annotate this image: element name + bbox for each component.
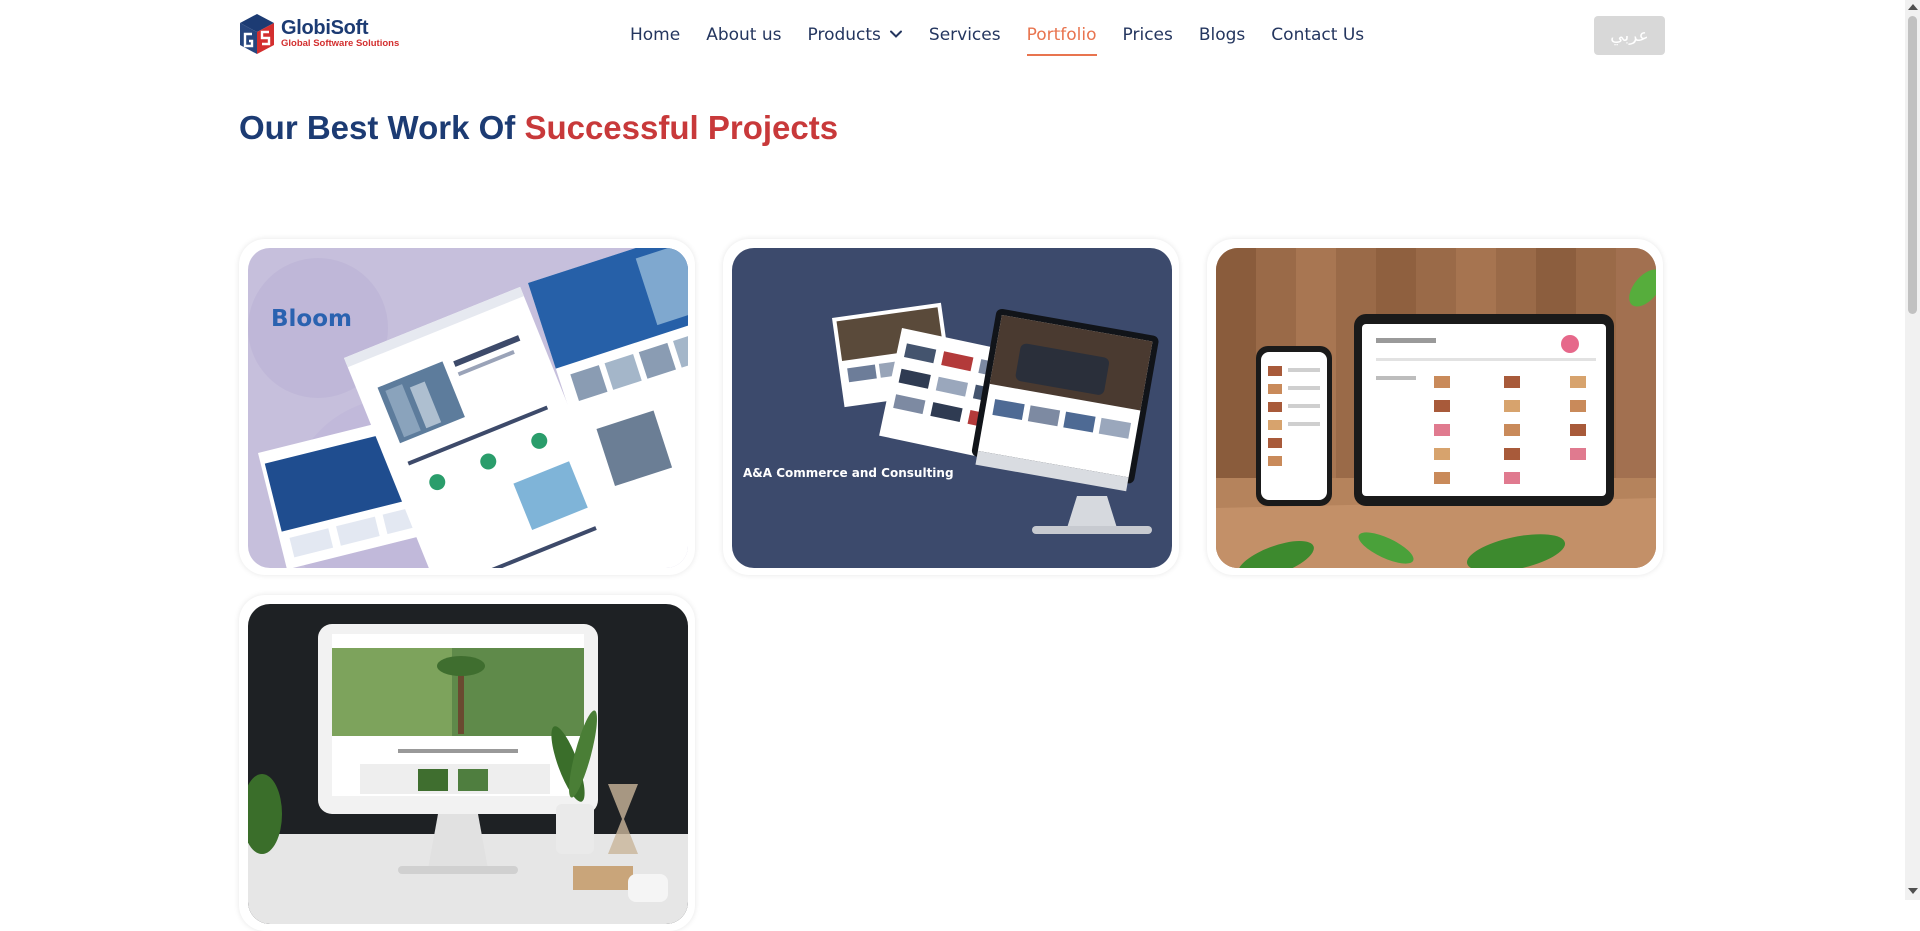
real-estate-website-mockup-image: Bloom (248, 248, 688, 568)
car-dealer-website-mockup-image: A&A Commerce and Consulting (732, 248, 1172, 568)
project-title-bloom: Bloom (271, 306, 352, 332)
page-title-part2: Successful Projects (524, 109, 839, 146)
scroll-down-arrow-icon[interactable] (1908, 888, 1918, 894)
scrollbar-thumb[interactable] (1908, 16, 1917, 314)
nav-portfolio[interactable]: Portfolio (1026, 20, 1097, 56)
project-title-aa-commerce: A&A Commerce and Consulting (743, 466, 954, 480)
nav-products-label: Products (807, 25, 881, 45)
site-header: GlobiSoft Global Software Solutions Home… (0, 0, 1905, 70)
scroll-up-arrow-icon[interactable] (1908, 4, 1918, 10)
portfolio-card[interactable] (1207, 239, 1663, 575)
globisoft-logo-icon (240, 14, 274, 54)
nav-blogs[interactable]: Blogs (1199, 20, 1245, 56)
portfolio-card[interactable] (239, 595, 695, 931)
nav-services[interactable]: Services (929, 20, 1001, 56)
portfolio-card[interactable]: A&A Commerce and Consulting (723, 239, 1179, 575)
food-menu-app-mockup-image (1216, 248, 1656, 568)
desktop-monitor-website-mockup-image (248, 604, 688, 924)
nav-about-us[interactable]: About us (706, 20, 781, 56)
brand-tagline: Global Software Solutions (281, 38, 400, 49)
main-nav: Home About us Products Services Portfoli… (630, 20, 1390, 56)
nav-home[interactable]: Home (630, 20, 680, 56)
page-title-part1: Our Best Work Of (239, 109, 516, 146)
brand-name: GlobiSoft (281, 17, 369, 39)
nav-prices[interactable]: Prices (1123, 20, 1173, 56)
nav-contact-us[interactable]: Contact Us (1271, 20, 1364, 56)
page-scrollbar[interactable] (1905, 0, 1920, 900)
page-title: Our Best Work Of Successful Projects (239, 106, 838, 150)
nav-products[interactable]: Products (808, 20, 903, 56)
language-toggle-button[interactable]: عربي (1594, 16, 1665, 55)
brand-logo[interactable]: GlobiSoft Global Software Solutions (238, 12, 399, 56)
portfolio-card[interactable]: Bloom (239, 239, 695, 575)
chevron-down-icon (889, 30, 902, 38)
